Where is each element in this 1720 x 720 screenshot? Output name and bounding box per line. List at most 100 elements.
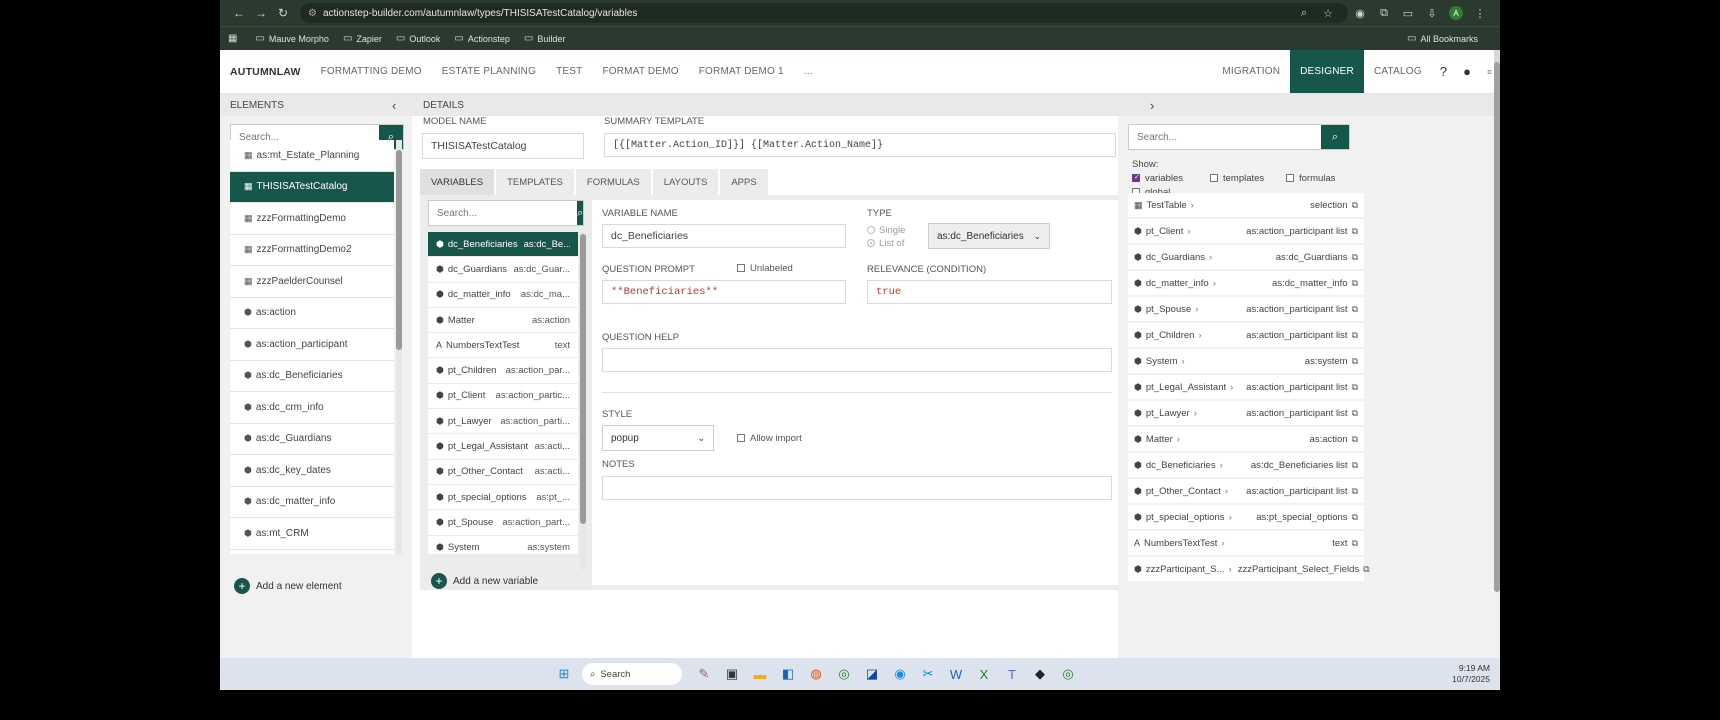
tab-apps[interactable]: APPS [720,169,768,195]
copy-icon[interactable]: ⧉ [1352,382,1358,393]
type-single-option[interactable]: Single [867,225,905,236]
bookmark-item[interactable]: ▭ Actionstep [454,33,509,44]
nav-item-designer[interactable]: DESIGNER [1290,50,1364,93]
type-select[interactable]: as:dc_Beneficiaries ⌄ [928,223,1050,249]
variables-search-input[interactable] [429,201,577,225]
variable-item[interactable]: ⬢ pt_special_options as:pt_... [428,484,578,511]
chevron-right-icon[interactable]: › [1209,252,1212,263]
reference-item[interactable]: ⬢ pt_Children › as:action_participant list ⧉ [1128,323,1364,347]
copy-icon[interactable]: ⧉ [1352,434,1358,445]
reference-item[interactable]: ⬢ pt_Other_Contact › as:action_participant … [1128,479,1364,503]
page-scrollbar[interactable] [1494,50,1500,592]
checkbox[interactable] [737,434,745,443]
checkbox[interactable] [1210,174,1218,183]
file-explorer-icon[interactable]: ▬ [749,663,771,685]
search-icon[interactable]: ⌕ [577,201,584,225]
reference-item[interactable]: ⬢ pt_special_options › as:pt_special_option… [1128,505,1364,529]
chevron-right-icon[interactable]: › [1177,434,1180,445]
chevron-right-icon[interactable]: › [1220,460,1223,471]
reference-item[interactable]: ⬢ pt_Legal_Assistant › as:action_participan… [1128,375,1364,399]
forward-icon[interactable]: → [250,6,272,20]
chevron-right-icon[interactable]: › [1198,330,1201,341]
model-name-field[interactable]: THISISATestCatalog [422,133,584,159]
chrome-icon[interactable]: ◎ [1057,663,1079,685]
chrome-icon[interactable]: ◎ [833,663,855,685]
element-item[interactable]: ⬢as:mt_General [230,550,394,555]
expand-right-icon[interactable]: › [1150,98,1154,113]
unlabeled-checkbox[interactable]: Unlabeled [737,263,793,274]
nav-item-format-demo[interactable]: FORMAT DEMO [592,50,688,93]
reference-item[interactable]: ⬢ pt_Client › as:action_participant list ⧉ [1128,219,1364,243]
nav-item-format-demo-1[interactable]: FORMAT DEMO 1 [689,50,794,93]
filter-variables[interactable]: variables [1132,173,1183,184]
element-item[interactable]: ⬢ as:dc_Beneficiaries [230,361,394,392]
copy-icon[interactable]: ⧉ [1352,460,1358,471]
element-item[interactable]: ⬢ as:dc_matter_info [230,487,394,518]
element-item[interactable]: ⬢ as:dc_key_dates [230,455,394,487]
variables-scrollbar[interactable] [580,232,586,570]
element-item[interactable]: ▦ zzzPaelderCounsel [230,266,394,298]
store-icon[interactable]: ◧ [777,663,799,685]
nav-item-migration[interactable]: MIGRATION [1212,50,1290,93]
firefox-icon[interactable]: ◍ [805,663,827,685]
chevron-right-icon[interactable]: › [1225,486,1228,497]
sidepanel-icon[interactable]: ▭ [1396,7,1420,20]
variable-item[interactable]: ⬢ pt_Spouse as:action_part... [428,510,578,536]
profile-avatar[interactable]: A [1444,6,1468,20]
chevron-right-icon[interactable]: › [1187,226,1190,237]
variable-name-field[interactable]: dc_Beneficiaries [602,224,846,248]
add-variable-button[interactable]: + Add a new variable [431,573,538,589]
reload-icon[interactable]: ↻ [272,6,294,20]
element-item[interactable]: ⬢ as:dc_crm_info [230,392,394,424]
tab-templates[interactable]: TEMPLATES [496,169,574,195]
reference-item[interactable]: ⬢ System › as:system ⧉ [1128,349,1364,373]
reference-search-input[interactable] [1129,125,1321,149]
user-icon[interactable]: ● [1455,50,1479,93]
filter-templates[interactable]: templates [1210,173,1264,184]
copy-icon[interactable]: ⧉ [1352,200,1358,211]
excel-icon[interactable]: X [973,663,995,685]
site-info-icon[interactable]: ⚙ [308,8,317,19]
chevron-right-icon[interactable]: › [1230,382,1233,393]
add-element-button[interactable]: + Add a new element [234,578,342,594]
variable-item[interactable]: ⬢ dc_Beneficiaries as:dc_Be... [428,232,578,258]
reference-item[interactable]: ⬢ dc_Beneficiaries › as:dc_Beneficiaries li… [1128,453,1364,477]
chevron-right-icon[interactable]: › [1195,304,1198,315]
collapse-left-icon[interactable]: ‹ [392,98,396,113]
chevron-right-icon[interactable]: › [1191,200,1194,211]
variable-item[interactable]: ⬢ dc_Guardians as:dc_Guar... [428,257,578,283]
copy-icon[interactable]: ⧉ [1352,278,1358,289]
reference-item[interactable]: ▦ TestTable › selection ⧉ [1128,193,1364,217]
nav-item-formatting-demo[interactable]: FORMATTING DEMO [311,50,432,93]
nav-item-catalog[interactable]: CATALOG [1364,50,1432,93]
copy-icon[interactable]: ⧉ [1352,408,1358,419]
nav-item-test[interactable]: TEST [546,50,592,93]
nav-brand[interactable]: AUTUMNLAW [220,50,311,93]
teams-icon[interactable]: T [1001,663,1023,685]
apps-grid-icon[interactable]: ▦ [228,33,241,44]
element-item[interactable]: ▦ as:mt_Estate_Planning [230,140,394,172]
element-item[interactable]: ▦ zzzFormattingDemo2 [230,235,394,266]
bookmark-item[interactable]: ▭ Zapier [343,33,382,44]
variable-item[interactable]: ⬢ pt_Lawyer as:action_parti... [428,409,578,435]
variable-item[interactable]: A NumbersTextTest text [428,333,578,359]
chevron-right-icon[interactable]: › [1213,278,1216,289]
chevron-right-icon[interactable]: › [1229,512,1232,523]
element-item[interactable]: ⬢ as:action_participant [230,329,394,361]
element-item[interactable]: ⬢ as:dc_Guardians [230,424,394,455]
search-icon[interactable]: ⌕ [1321,125,1349,149]
checkbox[interactable] [1132,173,1140,183]
element-item[interactable]: ▦ THISISATestCatalog [230,171,394,203]
allow-import-checkbox[interactable]: Allow import [737,433,802,444]
app-icon[interactable]: ◆ [1029,663,1051,685]
all-bookmarks[interactable]: ▭ All Bookmarks [1407,33,1478,44]
element-item[interactable]: ⬢ as:mt_CRM [230,518,394,550]
reference-item[interactable]: ⬢ Matter › as:action ⧉ [1128,427,1364,451]
variable-item[interactable]: ⬢ Matter as:action [428,307,578,334]
type-list-option[interactable]: List of [867,238,904,249]
variable-item[interactable]: ⬢ pt_Legal_Assistant as:acti... [428,434,578,460]
bookmark-item[interactable]: ▭ Outlook [396,33,440,44]
puzzle-icon[interactable]: ⧉ [1372,7,1396,20]
notes-field[interactable] [602,476,1112,500]
taskbar-search[interactable]: ⌕ Search [582,663,682,685]
